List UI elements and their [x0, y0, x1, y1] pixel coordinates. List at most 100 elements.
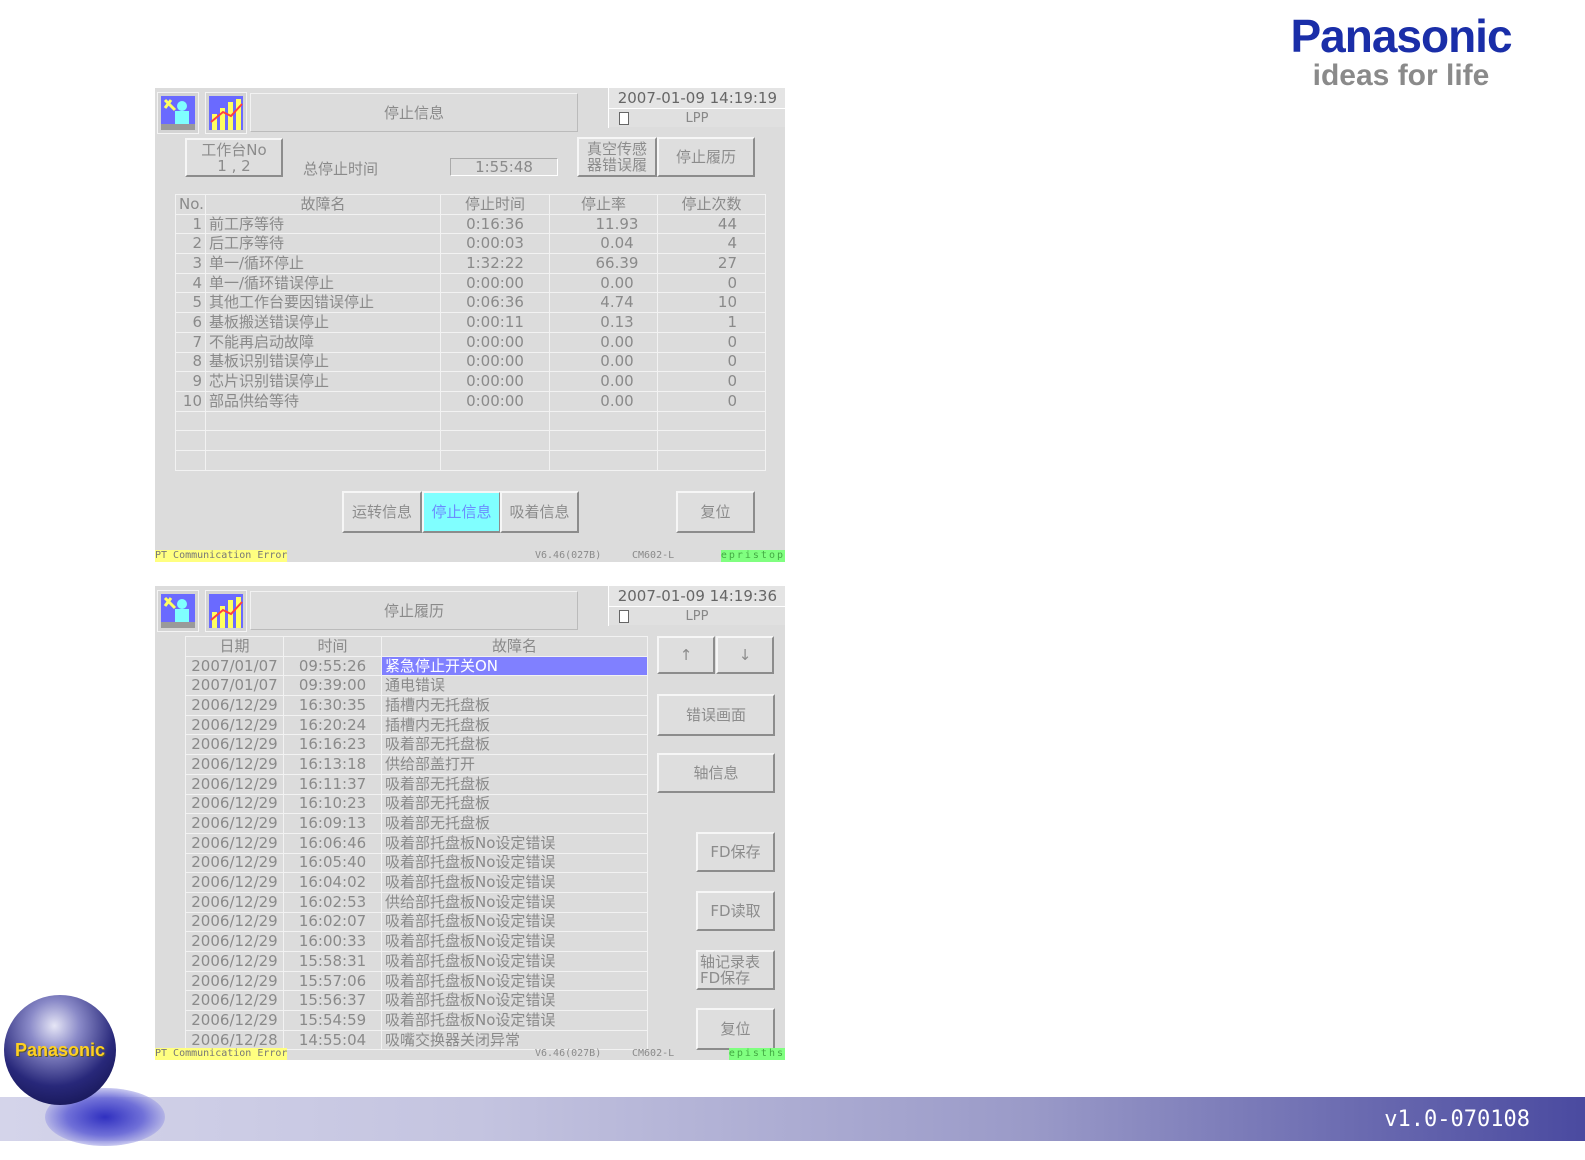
- stop-history-table: 日期 时间 故障名 2007/01/07 09:55:26 紧急停止开关ON 2007/01…: [185, 636, 648, 1051]
- table-cell: 2006/12/29: [185, 734, 284, 756]
- table-cell: 3: [175, 253, 206, 274]
- scroll-down-button[interactable]: ↓: [716, 636, 774, 674]
- table-cell: 6: [175, 312, 206, 333]
- table-cell: 0:00:00: [440, 331, 550, 353]
- mode-status: episths: [728, 1048, 785, 1060]
- history-row[interactable]: 2007/01/07 09:39:00 通电错误: [185, 675, 648, 697]
- panasonic-logo: Panasonic ideas for life: [1290, 10, 1512, 92]
- table-cell: [175, 410, 206, 432]
- history-row[interactable]: 2006/12/29 16:30:35 插槽内无托盘板: [185, 695, 648, 716]
- history-row[interactable]: 2006/12/29 15:58:31 吸着部托盘板No设定错误: [185, 951, 648, 972]
- table-cell: 4: [657, 233, 766, 255]
- history-row[interactable]: 2006/12/29 16:10:23 吸着部无托盘板: [185, 793, 648, 815]
- table-cell: 供给部盖打开: [381, 754, 648, 775]
- table-cell: 16:02:07: [283, 911, 382, 933]
- table-cell: [175, 430, 206, 451]
- history-row[interactable]: 2006/12/29 16:13:18 供给部盖打开: [185, 754, 648, 775]
- table-row[interactable]: 8 基板识别错误停止 0:00:00 0.00 0: [175, 351, 766, 373]
- table-cell: 1:32:22: [440, 253, 550, 274]
- table-cell: 5: [175, 292, 206, 314]
- stop-info-screen: 停止信息 2007-01-09 14:19:19 LPP 工作台No 1 , 2…: [155, 88, 785, 562]
- history-row[interactable]: 2006/12/29 16:02:07 吸着部托盘板No设定错误: [185, 911, 648, 933]
- history-row[interactable]: 2006/12/29 16:02:53 供给部托盘板No设定错误: [185, 891, 648, 913]
- maintenance-icon[interactable]: [157, 590, 199, 632]
- table-cell: 0: [657, 331, 766, 353]
- table-cell: 16:02:53: [283, 891, 382, 913]
- table-cell: 4: [175, 272, 206, 294]
- tab-operation-info[interactable]: 运转信息: [342, 491, 422, 533]
- history-row[interactable]: 2006/12/29 16:11:37 吸着部无托盘板: [185, 773, 648, 795]
- history-row[interactable]: 2006/12/29 16:04:02 吸着部托盘板No设定错误: [185, 872, 648, 893]
- table-cell: [440, 430, 550, 451]
- history-row[interactable]: 2006/12/29 16:09:13 吸着部无托盘板: [185, 813, 648, 834]
- table-cell: 7: [175, 331, 206, 353]
- production-chart-icon[interactable]: [205, 92, 247, 134]
- production-chart-icon[interactable]: [205, 590, 247, 632]
- table-cell: 供给部托盘板No设定错误: [381, 891, 648, 913]
- stop-history-screen: 停止履历 2007-01-09 14:19:36 LPP 日期 时间 故障名 2007…: [155, 586, 785, 1060]
- history-row[interactable]: 2007/01/07 09:55:26 紧急停止开关ON: [185, 655, 648, 677]
- axis-info-button[interactable]: 轴信息: [657, 753, 775, 793]
- table-row[interactable]: [175, 449, 766, 471]
- history-row[interactable]: 2006/12/29 15:57:06 吸着部托盘板No设定错误: [185, 970, 648, 992]
- table-cell: [549, 410, 658, 432]
- column-header: 日期: [185, 636, 284, 657]
- history-row[interactable]: 2006/12/29 16:20:24 插槽内无托盘板: [185, 714, 648, 736]
- table-cell: 通电错误: [381, 675, 648, 697]
- table-row[interactable]: [175, 430, 766, 451]
- software-version: V6.46(027B): [535, 550, 602, 561]
- scroll-up-button[interactable]: ↑: [657, 636, 715, 674]
- tab-stop-info[interactable]: 停止信息: [422, 491, 501, 533]
- line-name: LPP: [685, 609, 709, 624]
- history-row[interactable]: 2006/12/28 14:55:04 吸嘴交换器关闭异常: [185, 1029, 648, 1051]
- history-row[interactable]: 2006/12/29 16:16:23 吸着部无托盘板: [185, 734, 648, 756]
- table-row[interactable]: 10 部品供给等待 0:00:00 0.00 0: [175, 390, 766, 412]
- history-row[interactable]: 2006/12/29 15:56:37 吸着部托盘板No设定错误: [185, 990, 648, 1012]
- table-cell: 2006/12/29: [185, 891, 284, 913]
- table-cell: [657, 449, 766, 471]
- table-row[interactable]: 9 芯片识别错误停止 0:00:00 0.00 0: [175, 371, 766, 392]
- table-cell: 0.00: [549, 390, 658, 412]
- table-row[interactable]: 3 单一/循环停止 1:32:22 66.39 27: [175, 253, 766, 274]
- error-screen-button[interactable]: 错误画面: [657, 694, 775, 736]
- datetime-box: 2007-01-09 14:19:19 LPP: [608, 88, 785, 128]
- maintenance-icon[interactable]: [157, 92, 199, 134]
- table-cell: 0:00:00: [440, 371, 550, 392]
- fd-save-button[interactable]: FD保存: [696, 832, 775, 872]
- table-row[interactable]: 5 其他工作台要因错误停止 0:06:36 4.74 10: [175, 292, 766, 314]
- table-cell: 插槽内无托盘板: [381, 714, 648, 736]
- table-cell: 吸着部无托盘板: [381, 813, 648, 834]
- table-cell: 0.00: [549, 371, 658, 392]
- vacuum-sensor-error-history-button[interactable]: 真空传感 器错误履: [577, 137, 657, 177]
- reset-button[interactable]: 复位: [696, 1008, 775, 1050]
- history-row[interactable]: 2006/12/29 15:54:59 吸着部托盘板No设定错误: [185, 1010, 648, 1031]
- table-row[interactable]: 7 不能再启动故障 0:00:00 0.00 0: [175, 331, 766, 353]
- table-cell: [205, 449, 441, 471]
- table-cell: 4.74: [549, 292, 658, 314]
- table-cell: 2006/12/29: [185, 872, 284, 893]
- table-cell: 16:10:23: [283, 793, 382, 815]
- history-row[interactable]: 2006/12/29 16:00:33 吸着部托盘板No设定错误: [185, 931, 648, 952]
- table-cell: [549, 449, 658, 471]
- reset-button[interactable]: 复位: [676, 491, 755, 533]
- table-cell: 2006/12/29: [185, 852, 284, 874]
- table-row[interactable]: [175, 410, 766, 432]
- table-cell: 8: [175, 351, 206, 373]
- stop-history-button[interactable]: 停止履历: [657, 137, 755, 177]
- table-row[interactable]: 2 后工序等待 0:00:03 0.04 4: [175, 233, 766, 255]
- table-row[interactable]: 4 单一/循环错误停止 0:00:00 0.00 0: [175, 272, 766, 294]
- table-cell: 芯片识别错误停止: [205, 371, 441, 392]
- axis-log-fd-save-button[interactable]: 轴记录表 FD保存: [696, 950, 775, 990]
- table-cell: 09:55:26: [283, 655, 382, 677]
- table-cell: 0: [657, 351, 766, 373]
- table-row[interactable]: 1 前工序等待 0:16:36 11.93 44: [175, 213, 766, 235]
- history-row[interactable]: 2006/12/29 16:06:46 吸着部托盘板No设定错误: [185, 832, 648, 854]
- fd-read-button[interactable]: FD读取: [696, 891, 775, 931]
- table-cell: 吸着部无托盘板: [381, 773, 648, 795]
- table-cell: 紧急停止开关ON: [381, 655, 648, 677]
- tab-pickup-info[interactable]: 吸着信息: [500, 491, 579, 533]
- table-no-button[interactable]: 工作台No 1 , 2: [185, 138, 283, 177]
- table-row[interactable]: 6 基板搬送错误停止 0:00:11 0.13 1: [175, 312, 766, 333]
- history-row[interactable]: 2006/12/29 16:05:40 吸着部托盘板No设定错误: [185, 852, 648, 874]
- comm-error-status: PT Communication Error: [155, 1048, 288, 1060]
